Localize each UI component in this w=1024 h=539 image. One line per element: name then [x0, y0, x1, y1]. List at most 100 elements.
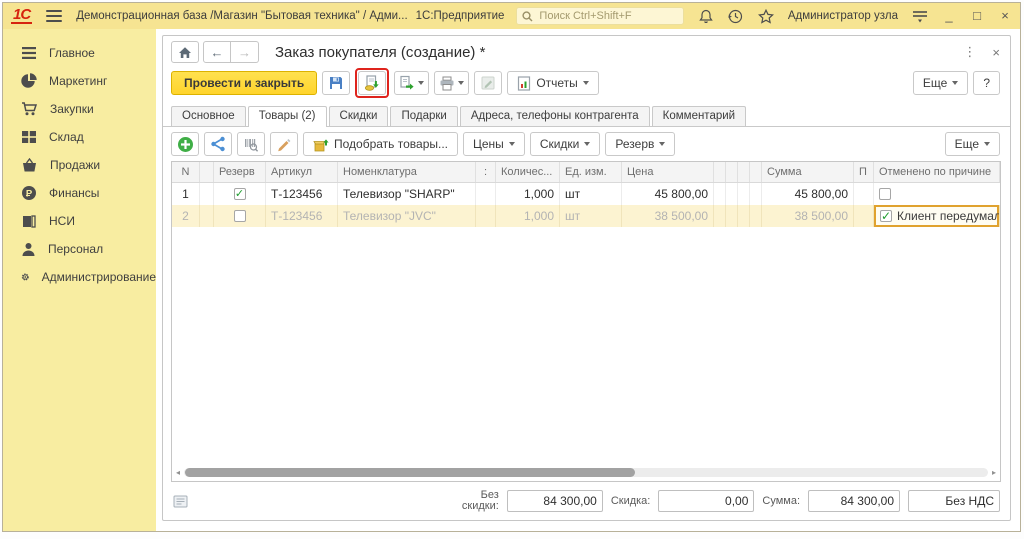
cancel-reason-cell[interactable]: Клиент передумал: [874, 205, 999, 227]
discount-label: Скидка:: [611, 496, 651, 507]
sum-label: Сумма:: [762, 496, 800, 507]
tab-kommentariy[interactable]: Комментарий: [652, 106, 746, 126]
create-based-on-icon: [399, 75, 415, 91]
barcode-scan-button-disabled: [237, 132, 265, 156]
content-area: ← → Заказ покупателя (создание) * ⋮ × Пр…: [156, 29, 1020, 531]
create-based-on-button[interactable]: [394, 71, 429, 95]
add-row-button[interactable]: [171, 132, 199, 156]
sidebar-item-prodazhi[interactable]: Продажи: [3, 151, 156, 179]
base-title: Демонстрационная база /Магазин "Бытовая …: [76, 10, 407, 22]
print-icon: [439, 76, 455, 91]
service-menu-icon[interactable]: [912, 8, 928, 24]
discount-field[interactable]: 0,00: [658, 490, 754, 512]
tab-skidki[interactable]: Скидки: [329, 106, 389, 126]
totals-footer: Без скидки: 84 300,00 Скидка: 0,00 Сумма…: [163, 486, 1010, 520]
sidebar-item-glavnoe[interactable]: Главное: [3, 39, 156, 67]
scroll-left-icon[interactable]: ◂: [174, 468, 182, 477]
favorites-star-icon[interactable]: [758, 8, 774, 24]
save-button[interactable]: [322, 71, 350, 95]
save-icon: [328, 75, 344, 91]
sidebar-item-personal[interactable]: Персонал: [3, 235, 156, 263]
person-icon: [21, 242, 36, 257]
sum-field[interactable]: 84 300,00: [808, 490, 900, 512]
cancelled-checkbox[interactable]: [880, 210, 892, 222]
chevron-down-icon: [583, 81, 589, 85]
note-icon[interactable]: [173, 495, 188, 508]
sidebar-item-nsi[interactable]: НСИ: [3, 207, 156, 235]
table-row[interactable]: 1 Т-123456 Телевизор "SHARP" 1,000 шт 45…: [172, 183, 1000, 205]
document-form: ← → Заказ покупателя (создание) * ⋮ × Пр…: [162, 35, 1011, 521]
1c-logo: 1С: [11, 8, 32, 24]
close-window-button[interactable]: ×: [998, 9, 1012, 23]
sidebar-item-marketing[interactable]: Маркетинг: [3, 67, 156, 95]
reports-button[interactable]: Отчеты: [507, 71, 598, 95]
pick-goods-button[interactable]: Подобрать товары...: [303, 132, 458, 156]
close-form-icon[interactable]: ×: [992, 45, 1000, 60]
home-button[interactable]: [171, 41, 199, 63]
barcode-icon: [243, 137, 259, 152]
share-icon: [210, 136, 226, 152]
tab-podarki[interactable]: Подарки: [390, 106, 457, 126]
back-button[interactable]: ←: [203, 41, 231, 63]
reserve-checkbox[interactable]: [234, 188, 246, 200]
sidebar-item-sklad[interactable]: Склад: [3, 123, 156, 151]
reserve-checkbox[interactable]: [234, 210, 246, 222]
pick-goods-icon: [313, 137, 329, 152]
notifications-bell-icon[interactable]: [698, 8, 714, 24]
sidebar-item-administrirovanie[interactable]: Администрирование: [3, 263, 156, 291]
post-and-close-button[interactable]: Провести и закрыть: [171, 71, 317, 95]
search-input[interactable]: [537, 9, 678, 23]
help-button[interactable]: ?: [973, 71, 1000, 95]
history-icon[interactable]: [728, 8, 744, 24]
page-title: Заказ покупателя (создание) *: [275, 44, 485, 61]
topbar: 1С Демонстрационная база /Магазин "Бытов…: [3, 3, 1020, 29]
grid-icon: [21, 130, 37, 144]
reserve-dropdown[interactable]: Резерв: [605, 132, 675, 156]
scroll-right-icon[interactable]: ▸: [990, 468, 998, 477]
search-icon: [522, 11, 533, 22]
vat-field[interactable]: Без НДС: [908, 490, 1000, 512]
cancelled-checkbox[interactable]: [879, 188, 891, 200]
sidebar: Главное Маркетинг Закупки Склад Продажи …: [3, 29, 156, 531]
discounts-dropdown[interactable]: Скидки: [530, 132, 601, 156]
minimize-button[interactable]: _: [942, 9, 956, 23]
main-menu-icon[interactable]: [46, 10, 62, 22]
chevron-down-icon: [984, 142, 990, 146]
table-row[interactable]: 2 Т-123456 Телевизор "JVC" 1,000 шт 38 5…: [172, 205, 1000, 227]
print-button[interactable]: [434, 71, 469, 95]
share-rows-button[interactable]: [204, 132, 232, 156]
table-header[interactable]: N Резерв Артикул Номенклатура : Количес.…: [172, 162, 1000, 183]
tab-osnovnoe[interactable]: Основное: [171, 106, 246, 126]
books-icon: [21, 214, 37, 229]
no-discount-field[interactable]: 84 300,00: [507, 490, 603, 512]
edit-button-disabled: [474, 71, 502, 95]
svg-text:Р: Р: [26, 189, 33, 200]
form-menu-dots-icon[interactable]: ⋮: [963, 44, 976, 60]
maximize-button[interactable]: □: [970, 9, 984, 23]
app-name: 1С:Предприятие: [416, 10, 505, 22]
menu-lines-icon: [21, 46, 37, 60]
current-user[interactable]: Администратор узла: [788, 10, 898, 22]
tab-tovary[interactable]: Товары (2): [248, 106, 327, 127]
pencil-icon: [276, 137, 292, 152]
pie-chart-icon: [21, 73, 37, 89]
form-tabs: Основное Товары (2) Скидки Подарки Адрес…: [163, 104, 1010, 127]
tab-adresa[interactable]: Адреса, телефоны контрагента: [460, 106, 650, 126]
sidebar-item-finansy[interactable]: Р Финансы: [3, 179, 156, 207]
horizontal-scrollbar[interactable]: ◂ ▸: [174, 466, 998, 479]
cart-icon: [21, 101, 38, 117]
global-search[interactable]: [516, 7, 684, 25]
forward-button[interactable]: →: [231, 41, 259, 63]
sidebar-item-zakupki[interactable]: Закупки: [3, 95, 156, 123]
add-icon: [177, 136, 194, 153]
post-document-icon: [364, 75, 380, 91]
prices-dropdown[interactable]: Цены: [463, 132, 525, 156]
app-window: 1С Демонстрационная база /Магазин "Бытов…: [2, 2, 1021, 532]
scrollbar-thumb[interactable]: [185, 468, 635, 477]
goods-table: N Резерв Артикул Номенклатура : Количес.…: [171, 161, 1001, 482]
chevron-down-icon: [418, 81, 424, 85]
more-button[interactable]: Еще: [913, 71, 968, 95]
post-document-button[interactable]: [358, 71, 386, 95]
table-more-button[interactable]: Еще: [945, 132, 1000, 156]
home-icon: [178, 46, 192, 59]
